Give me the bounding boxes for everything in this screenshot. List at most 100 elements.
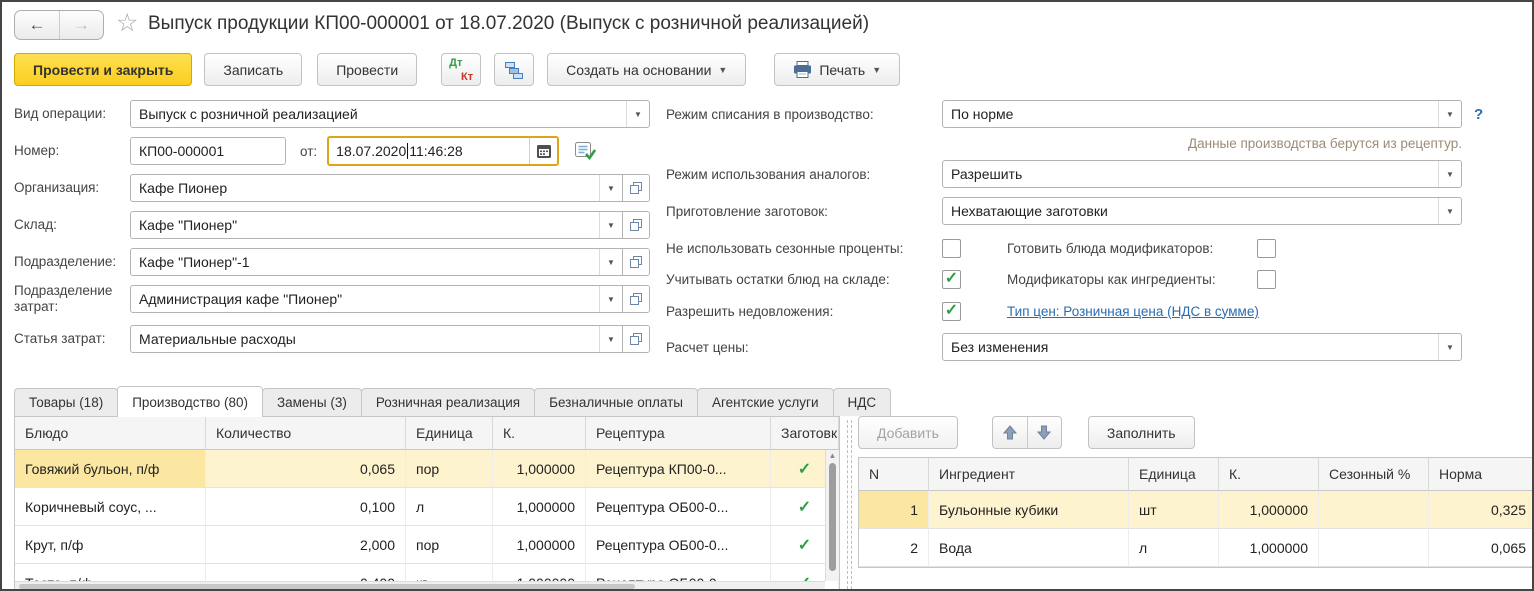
cell-ingredient[interactable]: Бульонные кубики [929, 491, 1129, 529]
cell-unit[interactable]: шт [1129, 491, 1219, 529]
writeoff-mode-select[interactable]: По норме ▼ [942, 100, 1462, 128]
tab-goods[interactable]: Товары (18) [14, 388, 118, 416]
warehouse-select[interactable]: Кафе "Пионер" ▼ [130, 211, 650, 239]
column-header-k[interactable]: К. [1219, 458, 1319, 491]
cell-quantity[interactable]: 0,065 [206, 450, 406, 488]
horizontal-scrollbar[interactable] [15, 581, 825, 590]
create-based-on-button[interactable]: Создать на основании ▼ [547, 53, 746, 86]
analogs-mode-select[interactable]: Разрешить ▼ [942, 160, 1462, 188]
department-select[interactable]: Кафе "Пионер"-1 ▼ [130, 248, 650, 276]
chevron-down-icon[interactable]: ▼ [626, 101, 649, 127]
cell-norm[interactable]: 0,065 [1429, 529, 1534, 567]
cell-seasonal[interactable] [1319, 529, 1429, 567]
tab-vat[interactable]: НДС [833, 388, 892, 416]
cell-recipe[interactable]: Рецептура КП00-0... [586, 450, 771, 488]
chevron-down-icon[interactable]: ▼ [599, 212, 622, 238]
chevron-down-icon[interactable]: ▼ [1438, 101, 1461, 127]
column-header-n[interactable]: N [859, 458, 929, 491]
print-button[interactable]: Печать ▼ [774, 53, 900, 86]
document-structure-button[interactable] [494, 53, 534, 86]
column-header-k[interactable]: К. [493, 417, 586, 450]
cell-unit[interactable]: пор [406, 450, 493, 488]
add-button[interactable]: Добавить [858, 416, 958, 449]
tab-cashless-payments[interactable]: Безналичные оплаты [534, 388, 698, 416]
table-row[interactable]: 1 Бульонные кубики шт 1,000000 0,325 [859, 491, 1534, 529]
chevron-down-icon[interactable]: ▼ [1438, 198, 1461, 224]
column-header-unit[interactable]: Единица [406, 417, 493, 450]
cost-department-open-button[interactable] [622, 286, 649, 312]
organization-open-button[interactable] [622, 175, 649, 201]
move-up-button[interactable] [993, 417, 1027, 448]
cell-unit[interactable]: пор [406, 526, 493, 564]
column-header-unit[interactable]: Единица [1129, 458, 1219, 491]
dish-stock-checkbox[interactable] [942, 270, 961, 289]
table-row[interactable]: Коричневый соус, ... 0,100 л 1,000000 Ре… [15, 488, 839, 526]
chevron-down-icon[interactable]: ▼ [599, 249, 622, 275]
horizontal-scrollbar-thumb[interactable] [19, 584, 635, 589]
calendar-button[interactable] [529, 138, 557, 164]
cell-dish[interactable]: Говяжий бульон, п/ф [15, 450, 206, 488]
cell-k[interactable]: 1,000000 [493, 526, 586, 564]
cell-n[interactable]: 1 [859, 491, 929, 529]
chevron-down-icon[interactable]: ▼ [599, 175, 622, 201]
vertical-scrollbar-thumb[interactable] [829, 463, 836, 571]
seasonal-percent-checkbox[interactable] [942, 239, 961, 258]
shortage-checkbox[interactable] [942, 302, 961, 321]
cost-item-select[interactable]: Материальные расходы ▼ [130, 325, 650, 353]
table-row[interactable]: 2 Вода л 1,000000 0,065 [859, 529, 1534, 567]
tab-replacements[interactable]: Замены (3) [262, 388, 362, 416]
department-open-button[interactable] [622, 249, 649, 275]
auto-number-status-button[interactable] [574, 141, 596, 161]
tab-agent-services[interactable]: Агентские услуги [697, 388, 834, 416]
column-header-blanks[interactable]: Заготовки [771, 417, 839, 450]
column-header-quantity[interactable]: Количество [206, 417, 406, 450]
move-down-button[interactable] [1027, 417, 1061, 448]
cell-n[interactable]: 2 [859, 529, 929, 567]
cell-k[interactable]: 1,000000 [493, 450, 586, 488]
tab-retail-sales[interactable]: Розничная реализация [361, 388, 535, 416]
post-button[interactable]: Провести [317, 53, 417, 86]
organization-select[interactable]: Кафе Пионер ▼ [130, 174, 650, 202]
price-type-link[interactable]: Тип цен: Розничная цена (НДС в сумме) [1007, 304, 1259, 319]
fill-button[interactable]: Заполнить [1088, 416, 1195, 449]
column-header-norm[interactable]: Норма [1429, 458, 1534, 491]
number-input[interactable]: КП00-000001 [130, 137, 286, 165]
cell-unit[interactable]: л [406, 488, 493, 526]
cell-unit[interactable]: л [1129, 529, 1219, 567]
cost-item-open-button[interactable] [622, 326, 649, 352]
cell-dish[interactable]: Коричневый соус, ... [15, 488, 206, 526]
column-header-seasonal[interactable]: Сезонный % [1319, 458, 1429, 491]
favorite-star-icon[interactable]: ☆ [116, 9, 138, 37]
cell-recipe[interactable]: Рецептура ОБ00-0... [586, 526, 771, 564]
help-icon[interactable]: ? [1474, 106, 1483, 123]
cell-quantity[interactable]: 2,000 [206, 526, 406, 564]
cell-ingredient[interactable]: Вода [929, 529, 1129, 567]
save-button[interactable]: Записать [204, 53, 302, 86]
modifier-dishes-checkbox[interactable] [1257, 239, 1276, 258]
warehouse-open-button[interactable] [622, 212, 649, 238]
tab-production[interactable]: Производство (80) [117, 386, 263, 417]
table-row[interactable]: Крут, п/ф 2,000 пор 1,000000 Рецептура О… [15, 526, 839, 564]
forward-button[interactable]: → [59, 11, 103, 39]
cell-k[interactable]: 1,000000 [1219, 491, 1319, 529]
chevron-down-icon[interactable]: ▼ [599, 286, 622, 312]
panel-splitter[interactable] [847, 420, 852, 589]
table-row[interactable]: Говяжий бульон, п/ф 0,065 пор 1,000000 Р… [15, 450, 839, 488]
cell-seasonal[interactable] [1319, 491, 1429, 529]
column-header-ingredient[interactable]: Ингредиент [929, 458, 1129, 491]
blanks-preparation-select[interactable]: Нехватающие заготовки ▼ [942, 197, 1462, 225]
date-input[interactable]: 18.07.2020 11:46:28 [327, 136, 559, 166]
cell-recipe[interactable]: Рецептура ОБ00-0... [586, 488, 771, 526]
cell-quantity[interactable]: 0,100 [206, 488, 406, 526]
cell-dish[interactable]: Крут, п/ф [15, 526, 206, 564]
chevron-down-icon[interactable]: ▼ [599, 326, 622, 352]
post-and-close-button[interactable]: Провести и закрыть [14, 53, 192, 86]
cell-k[interactable]: 1,000000 [493, 488, 586, 526]
price-calc-select[interactable]: Без изменения ▼ [942, 333, 1462, 361]
column-header-dish[interactable]: Блюдо [15, 417, 206, 450]
modifier-ingredients-checkbox[interactable] [1257, 270, 1276, 289]
operation-type-select[interactable]: Выпуск с розничной реализацией ▼ [130, 100, 650, 128]
chevron-down-icon[interactable]: ▼ [1438, 334, 1461, 360]
cell-norm[interactable]: 0,325 [1429, 491, 1534, 529]
scroll-up-icon[interactable]: ▲ [826, 450, 839, 462]
